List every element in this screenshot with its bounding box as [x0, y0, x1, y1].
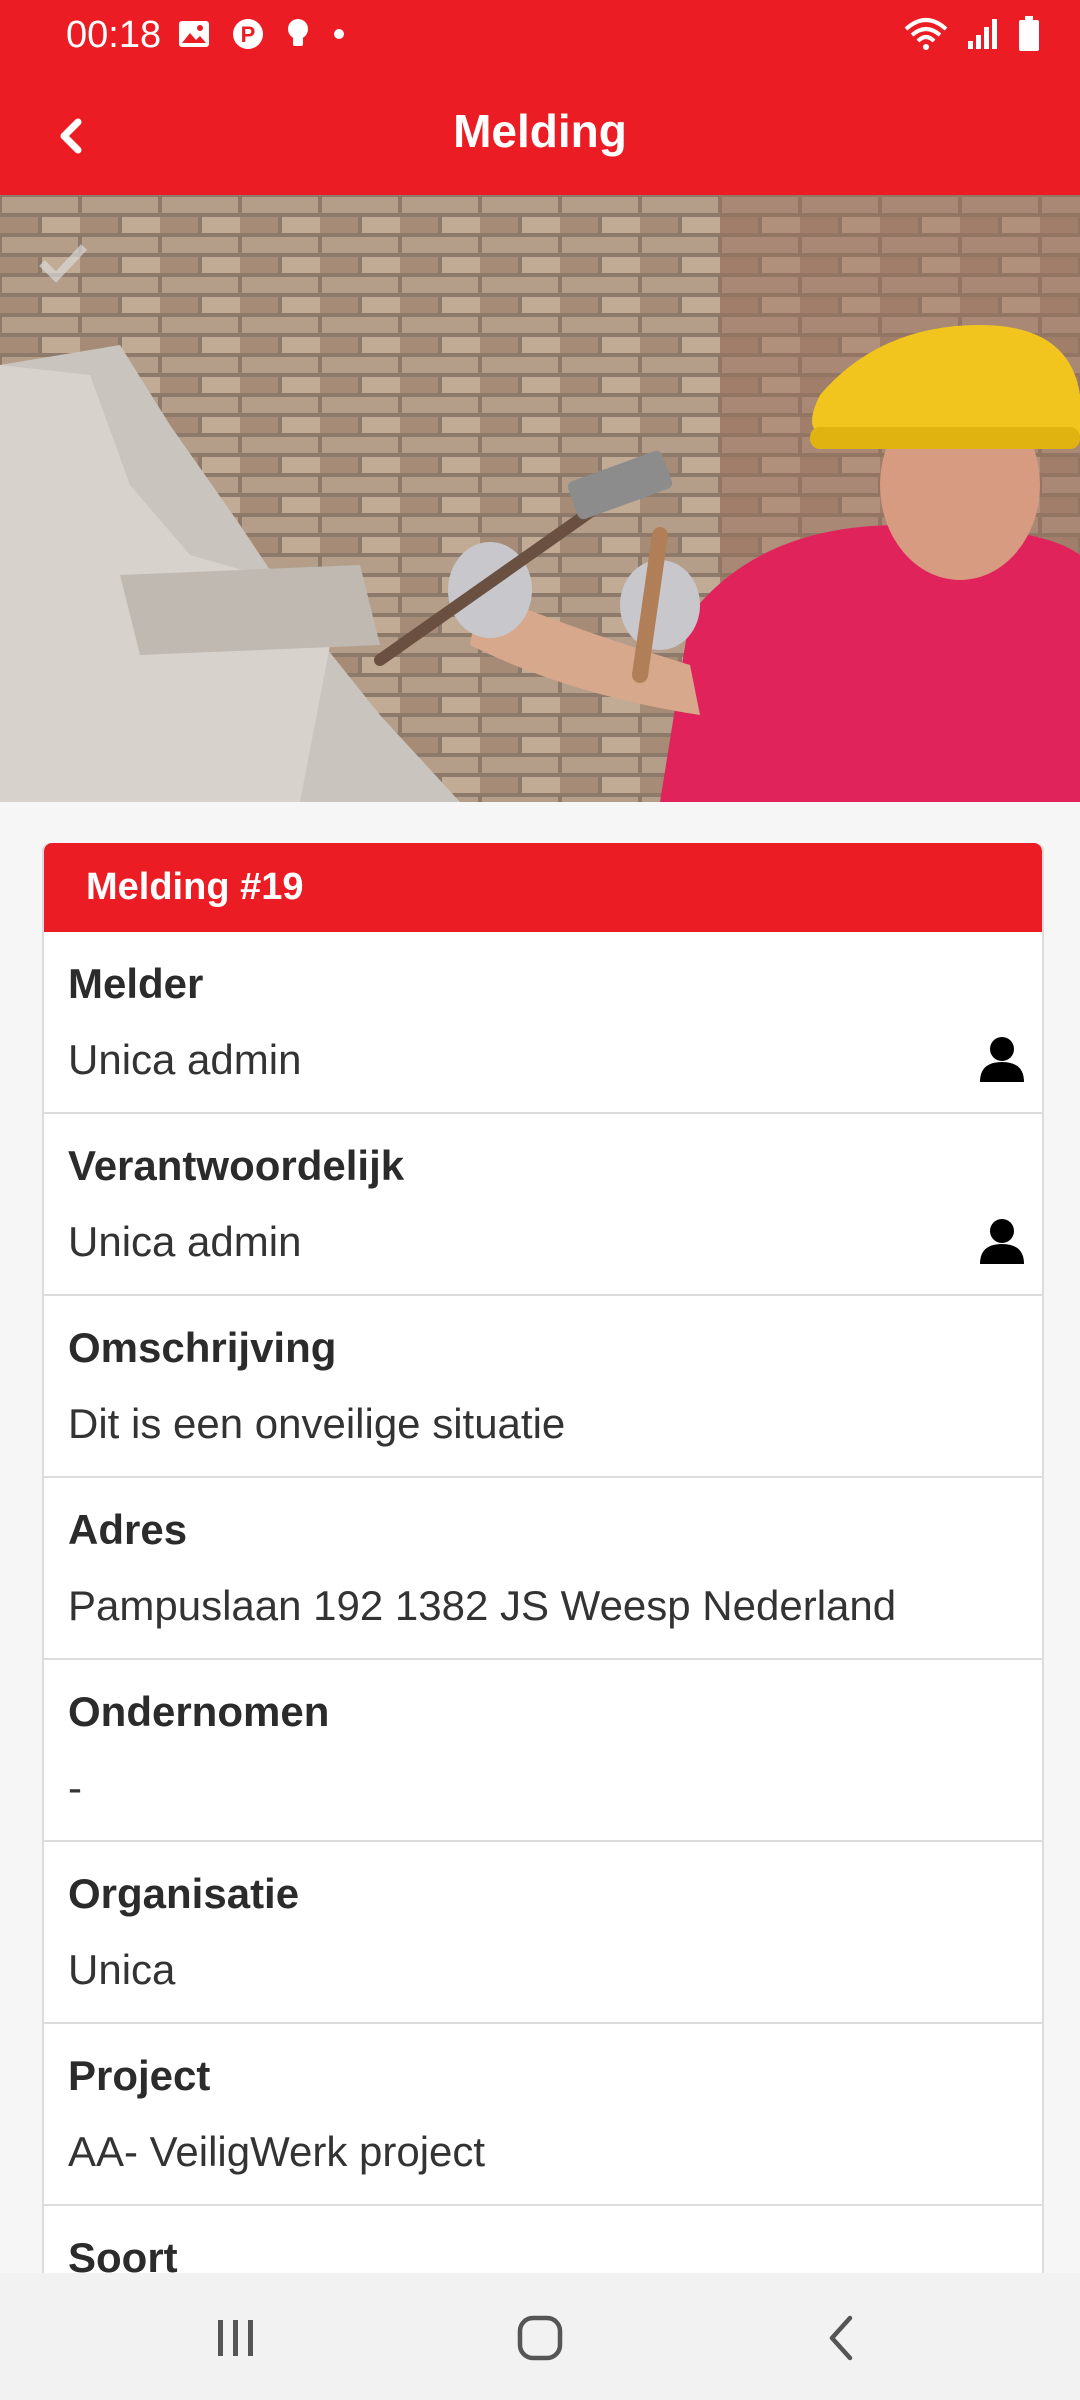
status-time: 00:18	[66, 14, 162, 56]
person-icon[interactable]	[980, 1036, 1024, 1087]
field-label: Soort	[68, 2234, 178, 2275]
svg-text:P: P	[241, 22, 256, 47]
field-row-organisatie: Organisatie Unica	[44, 1842, 1042, 2024]
field-label: Ondernomen	[68, 1688, 330, 1735]
nav-back-button[interactable]	[812, 2313, 872, 2363]
battery-icon	[1018, 16, 1040, 52]
field-row-soort: Soort	[44, 2206, 1042, 2275]
field-label: Adres	[68, 1506, 188, 1553]
field-label: Omschrijving	[68, 1324, 337, 1371]
app-bar: Melding	[0, 76, 1080, 195]
report-card: Melding #19 Melder Unica admin Verantwoo…	[42, 843, 1044, 2275]
field-value: Pampuslaan 192 1382 JS Weesp Nederland	[68, 1582, 897, 1629]
field-row-verantwoordelijk: Verantwoordelijk Unica admin	[44, 1114, 1042, 1296]
system-status-icons	[904, 16, 1040, 52]
lightbulb-icon	[286, 18, 310, 50]
field-row-adres: Adres Pampuslaan 192 1382 JS Weesp Neder…	[44, 1478, 1042, 1660]
report-card-title: Melding #19	[44, 843, 1042, 932]
field-label: Verantwoordelijk	[68, 1142, 405, 1189]
field-label: Melder	[68, 960, 204, 1007]
page-title: Melding	[453, 105, 627, 157]
pinterest-icon: P	[232, 18, 264, 50]
recents-button[interactable]	[206, 2313, 266, 2363]
status-bar: 00:18 P	[0, 0, 1080, 76]
checkmark-icon	[38, 243, 88, 283]
system-nav-bar	[0, 2273, 1080, 2400]
report-photo	[0, 195, 1080, 802]
field-value: Unica	[68, 1946, 176, 1993]
field-value: Unica admin	[68, 1218, 302, 1265]
back-icon	[829, 2315, 853, 2361]
image-icon	[178, 20, 210, 48]
field-value: Unica admin	[68, 1036, 302, 1083]
field-value: -	[68, 1764, 82, 1811]
signal-icon	[966, 17, 1000, 51]
field-row-ondernomen: Ondernomen -	[44, 1660, 1042, 1842]
field-row-omschrijving: Omschrijving Dit is een onveilige situat…	[44, 1296, 1042, 1478]
home-button[interactable]	[510, 2313, 570, 2363]
field-value: AA- VeiligWerk project	[68, 2128, 486, 2175]
dot-icon	[332, 27, 346, 41]
field-row-melder: Melder Unica admin	[44, 932, 1042, 1114]
home-icon	[517, 2315, 563, 2361]
field-label: Project	[68, 2052, 211, 2099]
field-row-project: Project AA- VeiligWerk project	[44, 2024, 1042, 2206]
wifi-icon	[904, 17, 948, 51]
notification-icons: P	[178, 18, 346, 50]
recents-icon	[218, 2320, 253, 2356]
field-value: Dit is een onveilige situatie	[68, 1400, 566, 1447]
field-label: Organisatie	[68, 1870, 300, 1917]
person-icon[interactable]	[980, 1218, 1024, 1269]
